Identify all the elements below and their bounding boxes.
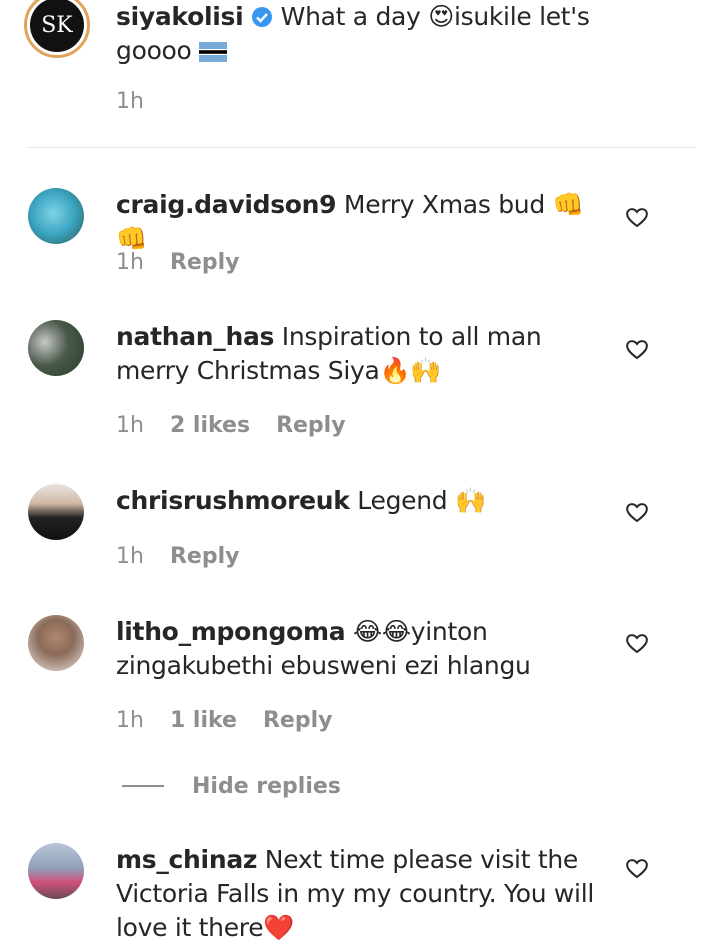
avatar[interactable] bbox=[28, 188, 84, 244]
comment-meta: 1h 2 likes Reply bbox=[116, 413, 372, 438]
comment-meta: 1h 1 like Reply bbox=[116, 708, 358, 733]
username[interactable]: nathan_has bbox=[116, 322, 274, 351]
hide-replies-toggle[interactable]: Hide replies bbox=[122, 772, 341, 800]
reply-button[interactable]: Reply bbox=[263, 708, 333, 733]
avatar[interactable] bbox=[28, 843, 84, 899]
reply-button[interactable]: Reply bbox=[170, 250, 240, 275]
comment-emoji: ❤️ bbox=[263, 913, 295, 942]
reply-button[interactable]: Reply bbox=[170, 544, 240, 569]
hide-replies-line bbox=[122, 785, 164, 787]
comment-text: Legend bbox=[357, 486, 455, 515]
reply-text: litho_mpongoma 😂😂yinton zingakubethi ebu… bbox=[116, 615, 596, 683]
timestamp: 1h bbox=[116, 250, 144, 275]
verified-badge-icon bbox=[252, 7, 272, 27]
comment-text: Merry Xmas bud bbox=[343, 190, 553, 219]
like-count[interactable]: 1 like bbox=[170, 708, 237, 733]
timestamp: 1h bbox=[116, 544, 144, 569]
owner-comment-text: siyakolisi What a day 😍isukile let's goo… bbox=[116, 0, 596, 68]
timestamp: 1h bbox=[116, 413, 144, 438]
comment-meta: 1h Reply bbox=[116, 250, 265, 275]
reply-text: nathan_has Inspiration to all man merry … bbox=[116, 320, 596, 388]
username[interactable]: craig.davidson9 bbox=[116, 190, 337, 219]
comment-emoji: 🔥🙌 bbox=[379, 356, 442, 385]
username[interactable]: litho_mpongoma bbox=[116, 617, 346, 646]
timestamp: 1h bbox=[116, 89, 144, 114]
comment-emoji: 😂😂 bbox=[352, 617, 411, 646]
hide-replies-label[interactable]: Hide replies bbox=[192, 774, 341, 799]
timestamp: 1h bbox=[116, 708, 144, 733]
comment-text-part: What a day bbox=[280, 2, 429, 31]
like-heart-icon[interactable] bbox=[625, 338, 649, 360]
reply-text: chrisrushmoreuk Legend 🙌 bbox=[116, 484, 596, 518]
avatar[interactable]: SK bbox=[24, 0, 90, 58]
comment-meta: 1h bbox=[116, 89, 170, 114]
like-heart-icon[interactable] bbox=[625, 857, 649, 879]
reply-text: craig.davidson9 Merry Xmas bud 👊👊 bbox=[116, 188, 596, 256]
like-heart-icon[interactable] bbox=[625, 206, 649, 228]
like-heart-icon[interactable] bbox=[625, 632, 649, 654]
reply-text: ms_chinaz Next time please visit the Vic… bbox=[116, 843, 596, 945]
avatar-initials: SK bbox=[30, 0, 84, 52]
username[interactable]: chrisrushmoreuk bbox=[116, 486, 350, 515]
username[interactable]: ms_chinaz bbox=[116, 845, 257, 874]
avatar[interactable] bbox=[28, 320, 84, 376]
reply-button[interactable]: Reply bbox=[276, 413, 346, 438]
like-heart-icon[interactable] bbox=[625, 501, 649, 523]
username[interactable]: siyakolisi bbox=[116, 2, 244, 31]
heart-eyes-emoji: 😍 bbox=[428, 2, 454, 31]
comment-emoji: 🙌 bbox=[454, 486, 486, 515]
like-count[interactable]: 2 likes bbox=[170, 413, 250, 438]
avatar[interactable] bbox=[28, 615, 84, 671]
avatar[interactable] bbox=[28, 484, 84, 540]
comment-meta: 1h Reply bbox=[116, 544, 265, 569]
botswana-flag-icon bbox=[199, 42, 228, 62]
divider bbox=[28, 147, 696, 148]
